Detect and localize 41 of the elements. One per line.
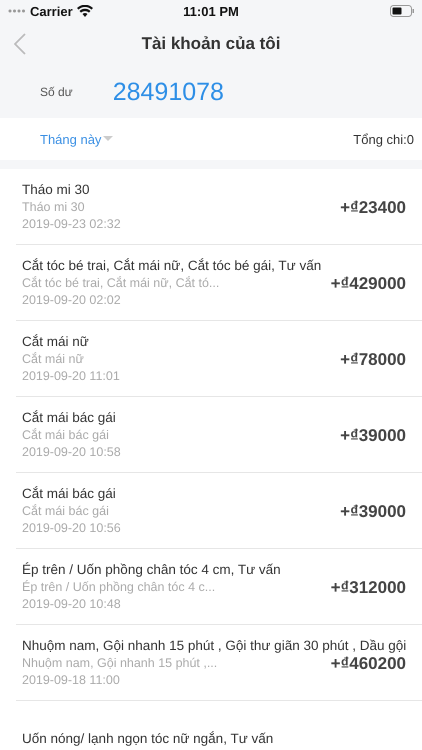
- transaction-title: Ép trên / Uốn phồng chân tóc 4 cm, Tư vấn: [22, 562, 281, 577]
- transaction-title: Cắt mái bác gái: [22, 486, 116, 501]
- transaction-row[interactable]: Cắt tóc bé trai, Cắt mái nữ, Cắt tóc bé gái, Tư vấn Cắt tóc bé trai, Cắt mái nữ, Cắt tó... 2019-09-20 02:02 +₫429000: [16, 245, 422, 321]
- battery-icon: [390, 5, 414, 17]
- transaction-detail: Cắt mái nữ: [22, 352, 84, 366]
- transaction-title: Cắt mái nữ: [22, 334, 89, 349]
- page-title: Tài khoản của tôi: [142, 34, 280, 54]
- balance-label: Số dư: [40, 85, 73, 99]
- transaction-title: Tháo mi 30: [22, 182, 90, 197]
- transaction-detail: Ép trên / Uốn phồng chân tóc 4 c...: [22, 580, 216, 594]
- carrier-name: Carrier: [30, 4, 73, 18]
- transaction-date: 2019-09-20 10:48: [22, 597, 121, 611]
- transaction-date: 2019-09-20 10:56: [22, 521, 121, 535]
- transaction-date: 2019-09-20 11:01: [22, 369, 120, 383]
- transaction-row[interactable]: Ép trên / Uốn phồng chân tóc 4 cm, Tư vấn Ép trên / Uốn phồng chân tóc 4 c... 2019-09-20 10:48 +₫312000: [16, 549, 422, 625]
- status-time: 11:01 PM: [183, 4, 239, 18]
- transaction-row[interactable]: Uốn nóng/ lạnh ngọn tóc nữ ngắn, Tư vấn: [16, 701, 422, 750]
- transaction-date: 2019-09-20 10:58: [22, 445, 121, 459]
- transaction-detail: Tháo mi 30: [22, 200, 85, 214]
- transaction-detail: Cắt mái bác gái: [22, 428, 109, 442]
- caret-icon: [103, 136, 114, 142]
- transaction-detail: Nhuộm nam, Gội nhanh 15 phút ,...: [22, 656, 218, 670]
- transaction-title: Cắt tóc bé trai, Cắt mái nữ, Cắt tóc bé gái, Tư vấn: [22, 258, 322, 273]
- transaction-row[interactable]: Nhuộm nam, Gội nhanh 15 phút , Gội thư giãn 30 phút , Dầu gội Nhuộm nam, Gội nhanh 15 phút ,... 2019-09-18 11:00 +₫460200: [16, 625, 422, 701]
- transaction-date: 2019-09-20 02:02: [22, 293, 121, 307]
- transaction-title: Uốn nóng/ lạnh ngọn tóc nữ ngắn, Tư vấn: [22, 731, 274, 746]
- transaction-title: Cắt mái bác gái: [22, 410, 116, 425]
- transaction-row[interactable]: Tháo mi 30 Tháo mi 30 2019-09-23 02:32 +₫23400: [16, 169, 422, 245]
- transaction-date: 2019-09-23 02:32: [22, 217, 121, 231]
- wifi-icon: [76, 5, 93, 17]
- transaction-row[interactable]: Cắt mái nữ Cắt mái nữ 2019-09-20 11:01 +₫78000: [16, 321, 422, 397]
- transaction-row[interactable]: Cắt mái bác gái Cắt mái bác gái 2019-09-20 10:58 +₫39000: [16, 397, 422, 473]
- transaction-date: 2019-09-18 11:00: [22, 673, 120, 687]
- back-icon[interactable]: [14, 33, 26, 55]
- transaction-detail: Cắt mái bác gái: [22, 504, 109, 518]
- transaction-detail: Cắt tóc bé trai, Cắt mái nữ, Cắt tó...: [22, 276, 220, 290]
- balance-amount: 28491078: [112, 78, 224, 106]
- signal-icon: [8, 9, 26, 13]
- total-spent: Tổng chi:0: [353, 132, 414, 146]
- transaction-title: Nhuộm nam, Gội nhanh 15 phút , Gội thư giãn 30 phút , Dầu gội: [22, 638, 406, 653]
- transaction-row[interactable]: Cắt mái bác gái Cắt mái bác gái 2019-09-20 10:56 +₫39000: [16, 473, 422, 549]
